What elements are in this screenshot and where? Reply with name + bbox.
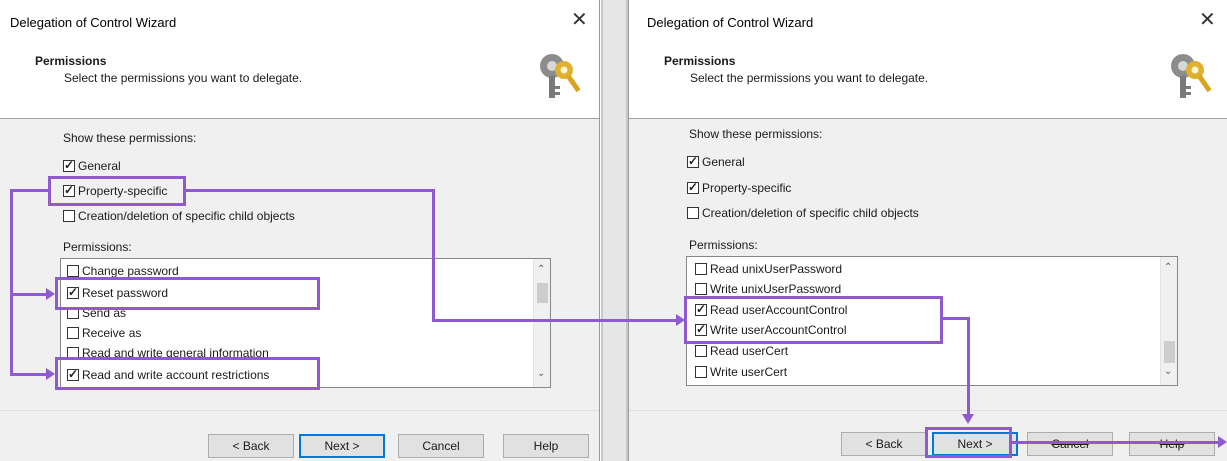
highlight-account-restrictions bbox=[55, 357, 320, 390]
cancel-button-label: Cancel bbox=[1051, 437, 1089, 451]
highlight-next-button bbox=[925, 427, 1012, 458]
checkbox-box[interactable] bbox=[687, 207, 699, 219]
permissions-label: Permissions: bbox=[63, 240, 132, 254]
permissions-label: Permissions: bbox=[689, 238, 758, 252]
page-subtitle: Select the permissions you want to deleg… bbox=[64, 71, 303, 85]
highlight-reset-password bbox=[55, 277, 320, 310]
chevron-down-icon[interactable]: ⌄ bbox=[537, 369, 545, 379]
next-button-label: Next > bbox=[324, 439, 360, 453]
checkbox-box[interactable] bbox=[67, 265, 79, 277]
list-item-label: Receive as bbox=[82, 326, 142, 340]
checkbox-box[interactable] bbox=[695, 345, 707, 357]
button-bar: < Back Next > Cancel Help bbox=[0, 410, 599, 461]
help-button-label: Help bbox=[1159, 437, 1185, 451]
checkbox-box[interactable] bbox=[687, 154, 699, 168]
connector-line bbox=[10, 373, 46, 376]
window-divider bbox=[601, 0, 628, 461]
connector-line bbox=[10, 189, 13, 375]
list-item-label: Read userCert bbox=[710, 344, 789, 358]
connector-line bbox=[941, 317, 970, 320]
checkbox-box[interactable] bbox=[63, 210, 75, 222]
filter-general-checkbox[interactable]: General bbox=[687, 154, 745, 169]
arrow-down-icon bbox=[962, 414, 974, 424]
window-title: Delegation of Control Wizard bbox=[647, 15, 814, 30]
list-item[interactable]: Receive as bbox=[67, 323, 141, 343]
back-button[interactable]: < Back bbox=[208, 434, 294, 458]
help-button-label: Help bbox=[533, 439, 559, 453]
connector-line bbox=[184, 189, 434, 192]
title-bar: Delegation of Control Wizard ✕ bbox=[629, 0, 1227, 44]
title-bar: Delegation of Control Wizard ✕ bbox=[0, 0, 599, 44]
wizard-dialog-left: Delegation of Control Wizard ✕ Permissio… bbox=[0, 0, 600, 461]
list-item[interactable]: Read userCert bbox=[695, 341, 788, 361]
back-button[interactable]: < Back bbox=[841, 432, 927, 456]
scrollbar-thumb[interactable] bbox=[537, 283, 548, 303]
arrow-right-icon bbox=[46, 368, 55, 380]
connector-line bbox=[10, 189, 50, 192]
back-button-label: < Back bbox=[865, 437, 903, 451]
checkbox-box[interactable] bbox=[695, 283, 707, 295]
key-icon bbox=[540, 54, 580, 98]
scrollbar[interactable]: ⌃ ⌄ bbox=[1160, 257, 1177, 385]
show-permissions-label: Show these permissions: bbox=[63, 131, 197, 145]
help-button[interactable]: Help bbox=[503, 434, 589, 458]
scrollbar-thumb[interactable] bbox=[1164, 341, 1175, 363]
checkbox-box[interactable] bbox=[695, 366, 707, 378]
checkbox-box[interactable] bbox=[687, 180, 699, 194]
list-item[interactable]: Write userCert bbox=[695, 362, 787, 382]
arrow-right-icon bbox=[1218, 436, 1227, 448]
filter-creation-deletion-checkbox[interactable]: Creation/deletion of specific child obje… bbox=[63, 209, 295, 223]
checkbox-box[interactable] bbox=[695, 263, 707, 275]
filter-property-specific-checkbox[interactable]: Property-specific bbox=[687, 180, 792, 195]
list-item-label: Write userCert bbox=[710, 365, 788, 379]
wizard-header: Permissions Select the permissions you w… bbox=[0, 44, 599, 119]
cancel-button[interactable]: Cancel bbox=[398, 434, 484, 458]
arrow-right-icon bbox=[46, 288, 55, 300]
page-subtitle: Select the permissions you want to deleg… bbox=[690, 71, 929, 85]
next-button[interactable]: Next > bbox=[299, 434, 385, 458]
page-title: Permissions bbox=[664, 54, 736, 68]
connector-line bbox=[432, 189, 435, 322]
filter-creation-deletion-checkbox[interactable]: Creation/deletion of specific child obje… bbox=[687, 206, 919, 220]
back-button-label: < Back bbox=[232, 439, 270, 453]
checkbox-label: General bbox=[702, 155, 745, 169]
page-title: Permissions bbox=[35, 54, 107, 68]
chevron-down-icon[interactable]: ⌄ bbox=[1164, 367, 1172, 377]
highlight-property-specific bbox=[48, 176, 186, 206]
key-icon bbox=[1171, 54, 1211, 98]
cancel-button[interactable]: Cancel bbox=[1027, 432, 1113, 456]
scrollbar[interactable]: ⌃ ⌄ bbox=[533, 259, 550, 387]
chevron-up-icon[interactable]: ⌃ bbox=[537, 265, 545, 275]
show-permissions-label: Show these permissions: bbox=[689, 127, 823, 141]
window-title: Delegation of Control Wizard bbox=[10, 15, 177, 30]
connector-line bbox=[432, 319, 678, 322]
cancel-button-label: Cancel bbox=[422, 439, 460, 453]
close-icon[interactable]: ✕ bbox=[1199, 10, 1216, 30]
list-item-label: Change password bbox=[82, 264, 179, 278]
connector-line bbox=[10, 293, 46, 296]
filter-general-checkbox[interactable]: General bbox=[63, 158, 121, 173]
checkbox-label: Creation/deletion of specific child obje… bbox=[78, 209, 295, 223]
highlight-user-account-control bbox=[684, 296, 943, 344]
checkbox-label: General bbox=[78, 159, 121, 173]
checkbox-box[interactable] bbox=[67, 327, 79, 339]
close-icon[interactable]: ✕ bbox=[571, 10, 588, 30]
checkbox-label: Creation/deletion of specific child obje… bbox=[702, 206, 919, 220]
list-item-label: Write unixUserPassword bbox=[710, 282, 842, 296]
list-item-label: Read unixUserPassword bbox=[710, 262, 843, 276]
checkbox-label: Property-specific bbox=[702, 181, 792, 195]
checkbox-box[interactable] bbox=[63, 158, 75, 172]
wizard-dialog-right: Delegation of Control Wizard ✕ Permissio… bbox=[628, 0, 1227, 461]
chevron-up-icon[interactable]: ⌃ bbox=[1164, 263, 1172, 273]
wizard-header: Permissions Select the permissions you w… bbox=[629, 44, 1227, 119]
list-item[interactable]: Read unixUserPassword bbox=[695, 259, 842, 279]
connector-line bbox=[1010, 441, 1220, 444]
help-button[interactable]: Help bbox=[1129, 432, 1215, 456]
connector-line bbox=[967, 317, 970, 414]
